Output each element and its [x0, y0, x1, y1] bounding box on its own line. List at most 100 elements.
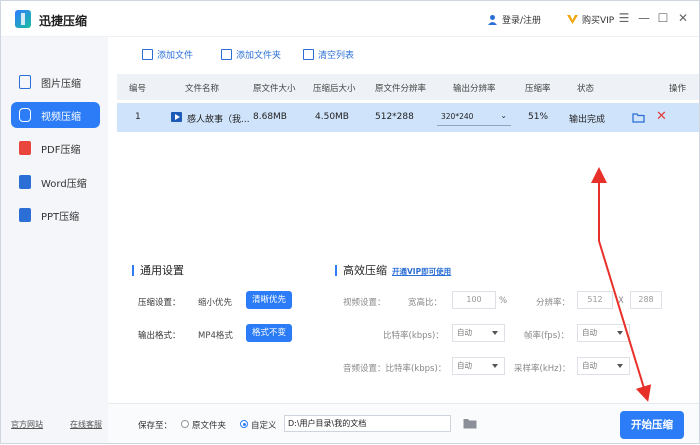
sidebar-item-pdf[interactable]: PDF压缩: [11, 135, 100, 161]
close-icon[interactable]: ✕: [676, 11, 690, 25]
minimize-icon[interactable]: —: [637, 11, 651, 25]
resolution-x-label: X: [618, 296, 624, 306]
login-link[interactable]: 登录/注册: [487, 13, 541, 26]
video-file-icon: [171, 112, 182, 122]
compress-option-clearer[interactable]: 清晰优先: [246, 291, 293, 309]
cell-orig-size: 8.68MB: [253, 112, 287, 122]
table-row[interactable]: 1 感人故事（我... 8.68MB 4.50MB 512*288 320*24…: [117, 103, 699, 132]
sidebar-item-label: PDF压缩: [41, 144, 81, 156]
video-bitrate-label: 比特率(kbps)：: [383, 331, 444, 341]
add-folder-button[interactable]: 添加文件夹: [221, 48, 281, 61]
col-orig-size: 原文件大小: [253, 84, 296, 94]
cell-status: 输出完成: [569, 115, 606, 125]
original-folder-radio[interactable]: [181, 420, 189, 428]
open-vip-link[interactable]: 开通VIP即可使用: [392, 266, 451, 277]
sidebar-item-label: 图片压缩: [41, 78, 81, 90]
sidebar-item-ppt[interactable]: PPT压缩: [11, 202, 100, 228]
cell-name: 感人故事（我...: [187, 115, 250, 125]
clear-list-button[interactable]: 清空列表: [303, 48, 354, 61]
cell-ratio: 51%: [528, 112, 549, 122]
chevron-down-icon: [492, 331, 498, 335]
chevron-down-icon: [492, 364, 498, 368]
table-header: 编号 文件名称 原文件大小 压缩后大小 原文件分辨率 输出分辨率 压缩率 状态 …: [117, 74, 699, 100]
original-folder-label: 原文件夹: [192, 421, 227, 431]
toolbar: 添加文件 添加文件夹 清空列表: [117, 37, 699, 70]
open-folder-icon[interactable]: [632, 112, 645, 123]
output-format-label: 输出格式：: [138, 331, 181, 341]
add-folder-icon: [221, 49, 232, 60]
browse-folder-icon[interactable]: [463, 418, 477, 429]
add-file-icon: [142, 49, 153, 60]
audio-bitrate-value: 自动: [457, 361, 472, 370]
sidebar-item-label: PPT压缩: [41, 211, 80, 223]
app-title: 迅捷压缩: [39, 14, 88, 28]
aspect-ratio-label: 宽高比：: [408, 298, 443, 308]
output-resolution-select[interactable]: 320*240 ⌄: [437, 109, 511, 126]
clear-list-label: 清空列表: [318, 51, 355, 61]
title-bar: 迅捷压缩 登录/注册 购买VIP ☰ — ☐ ✕: [1, 1, 699, 37]
resolution-width-input[interactable]: 512: [577, 291, 613, 309]
col-comp-size: 压缩后大小: [313, 84, 356, 94]
ppt-icon: [19, 208, 31, 222]
online-service-link[interactable]: 在线客服: [70, 419, 102, 430]
vip-label: 购买VIP: [582, 16, 615, 26]
video-bitrate-select[interactable]: 自动: [452, 324, 505, 342]
col-index: 编号: [129, 84, 147, 94]
chevron-down-icon: ⌄: [500, 111, 507, 120]
compress-option-smaller[interactable]: 缩小优先: [198, 296, 232, 308]
fps-value: 自动: [582, 328, 597, 337]
video-icon: [19, 108, 31, 122]
official-site-link[interactable]: 官方网站: [11, 419, 43, 430]
format-unchanged-button[interactable]: 格式不变: [246, 324, 293, 342]
sidebar-item-label: Word压缩: [41, 178, 87, 190]
add-file-button[interactable]: 添加文件: [142, 48, 193, 61]
col-status: 状态: [577, 84, 595, 94]
sample-rate-value: 自动: [582, 361, 597, 370]
col-actions: 操作: [669, 84, 687, 94]
chevron-down-icon: [617, 364, 623, 368]
general-settings-title: 通用设置: [132, 265, 184, 276]
audio-bitrate-label: 音频设置：比特率(kbps)：: [343, 364, 447, 374]
advanced-settings-title: 高效压缩: [335, 265, 387, 276]
resolution-label: 分辨率：: [536, 298, 571, 308]
audio-bitrate-select[interactable]: 自动: [452, 357, 505, 375]
add-folder-label: 添加文件夹: [236, 51, 282, 61]
percent-label: %: [499, 296, 508, 306]
sidebar-item-label: 视频压缩: [41, 111, 81, 123]
word-icon: [19, 175, 31, 189]
cell-comp-size: 4.50MB: [315, 112, 349, 122]
menu-icon[interactable]: ☰: [617, 11, 631, 25]
start-compress-button[interactable]: 开始压缩: [620, 411, 684, 439]
delete-icon[interactable]: ✕: [656, 109, 667, 124]
custom-folder-radio[interactable]: [240, 420, 248, 428]
output-format-value: MP4格式: [198, 331, 233, 341]
buy-vip-link[interactable]: 购买VIP: [567, 13, 614, 26]
col-orig-res: 原文件分辨率: [375, 84, 427, 94]
login-label: 登录/注册: [502, 16, 542, 26]
aspect-ratio-input[interactable]: 100: [452, 291, 496, 309]
fps-label: 帧率(fps)：: [524, 331, 569, 341]
app-window: 迅捷压缩 登录/注册 购买VIP ☰ — ☐ ✕ 图片压缩 视频压缩 PDF压缩: [0, 0, 700, 444]
save-path-input[interactable]: D:\用户目录\我的文档: [284, 415, 451, 432]
sample-rate-select[interactable]: 自动: [577, 357, 630, 375]
col-ratio: 压缩率: [525, 84, 551, 94]
sidebar-item-image[interactable]: 图片压缩: [11, 69, 100, 95]
add-file-label: 添加文件: [157, 51, 194, 61]
sidebar-item-word[interactable]: Word压缩: [11, 169, 100, 195]
fps-select[interactable]: 自动: [577, 324, 630, 342]
col-name: 文件名称: [185, 84, 220, 94]
output-resolution-value: 320*240: [441, 112, 474, 121]
maximize-icon[interactable]: ☐: [656, 11, 670, 25]
chevron-down-icon: [617, 331, 623, 335]
sidebar-item-video[interactable]: 视频压缩: [11, 102, 100, 128]
cell-orig-res: 512*288: [375, 112, 414, 122]
image-icon: [19, 75, 31, 89]
trash-icon: [303, 49, 314, 60]
cell-index: 1: [135, 112, 141, 122]
bottom-bar: 保存至： 原文件夹 自定义 D:\用户目录\我的文档 开始压缩: [108, 403, 699, 443]
save-to-label: 保存至：: [138, 421, 173, 431]
video-setting-label: 视频设置：: [343, 298, 386, 308]
custom-folder-label: 自定义: [251, 421, 277, 431]
app-logo-icon: [15, 10, 31, 28]
resolution-height-input[interactable]: 288: [630, 291, 662, 309]
